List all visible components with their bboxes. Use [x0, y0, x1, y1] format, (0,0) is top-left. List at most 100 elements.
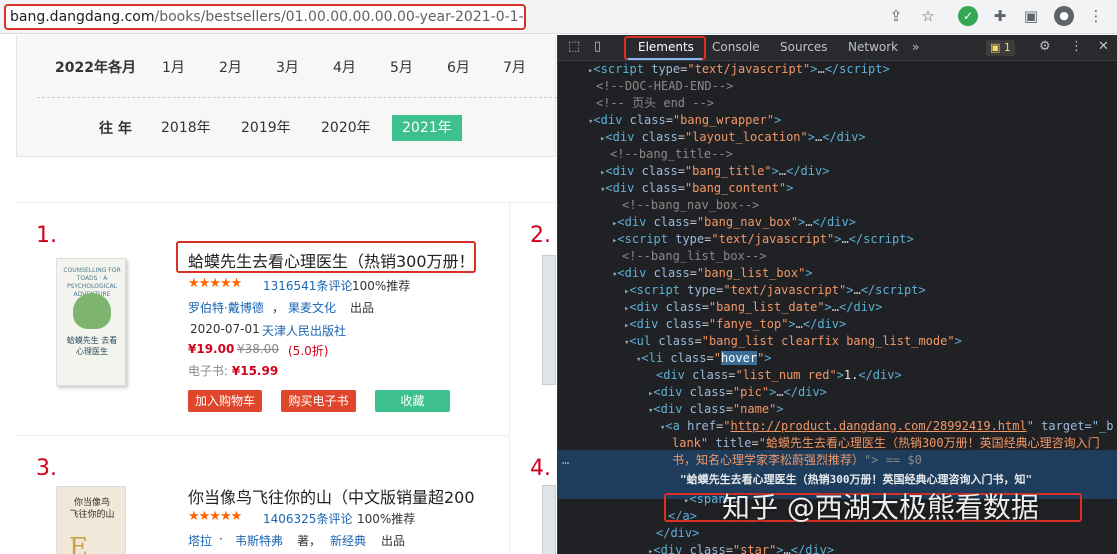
inspect-element-icon[interactable]: ⬚ [568, 39, 580, 54]
issues-badge[interactable]: ▣ 1 [986, 40, 1015, 56]
ebook-label: 电子书: [188, 364, 229, 378]
author-link[interactable]: 韦斯特弗 [235, 532, 283, 549]
side-panel-icon[interactable]: ▣ [1021, 6, 1041, 26]
dangdang-page: 2022年各月 1月 2月 3月 4月 5月 6月 7月 往 年 2018年 2… [0, 35, 557, 554]
dom-node[interactable]: ▾<li class="hover"> [558, 350, 1117, 367]
year-link-2018[interactable]: 2018年 [151, 115, 221, 141]
rating-stars: ★★★★★ [188, 276, 242, 291]
dom-comment[interactable]: <!--DOC-HEAD-END--> [558, 78, 1117, 95]
dom-comment[interactable]: <!--bang_title--> [558, 146, 1117, 163]
favorite-button[interactable]: 收藏 [375, 390, 450, 412]
dom-node[interactable]: ▸<div class="bang_title">…</div> [558, 163, 1117, 180]
dom-node[interactable]: ▸<div class="pic">…</div> [558, 384, 1117, 401]
add-to-cart-button[interactable]: 加入购物车 [188, 390, 262, 412]
extension-check-icon[interactable]: ✓ [958, 6, 978, 26]
recommend-rate: 100%推荐 [357, 512, 416, 526]
cover-chinese-title: 你当像鸟 飞往你的山 [69, 498, 115, 520]
dom-node[interactable]: ▸<script type="text/javascript">…</scrip… [558, 61, 1117, 78]
publisher-suffix: 出品 [381, 534, 406, 548]
author-link[interactable]: 塔拉 [188, 532, 212, 549]
dom-node[interactable]: ▾<ul class="bang_list clearfix bang_list… [558, 333, 1117, 350]
press-link[interactable]: 天津人民出版社 [262, 322, 346, 339]
frog-illustration-icon [73, 293, 111, 329]
publisher-brand-link[interactable]: 新经典 [330, 532, 366, 549]
more-options-icon[interactable]: ⋮ [1070, 39, 1083, 54]
month-link[interactable]: 1月 [162, 57, 185, 77]
address-bar[interactable]: bang.dangdang.com/books/bestsellers/01.0… [4, 4, 526, 30]
watermark-text: 知乎 @西湖太极熊看数据 [722, 491, 1039, 524]
tab-sources[interactable]: Sources [780, 40, 827, 54]
author-suffix: 著， [297, 534, 322, 548]
url-path: /books/bestsellers/01.00.00.00.00.00-yea… [154, 9, 526, 25]
review-count-link[interactable]: 1316541条评论 [263, 277, 352, 294]
cover-chinese-title: 蛤蟆先生 去看心理医生 [66, 336, 118, 356]
month-link[interactable]: 3月 [276, 57, 299, 77]
bookmark-star-icon[interactable]: ☆ [918, 6, 938, 26]
dom-comment[interactable]: <!--bang_list_box--> [558, 248, 1117, 265]
more-tabs-chevron-icon[interactable]: » [912, 40, 919, 54]
year-link-2020[interactable]: 2020年 [311, 115, 381, 141]
settings-gear-icon[interactable]: ⚙ [1039, 39, 1051, 54]
devtools-tab-bar: ⬚ ▯ Elements Console Sources Network » ▣… [558, 35, 1117, 61]
month-link[interactable]: 4月 [333, 57, 356, 77]
book-cover-image[interactable]: COUNSELLING FOR TOADS · A PSYCHOLOGICAL … [56, 258, 126, 386]
dom-comment[interactable]: <!-- 页头 end --> [558, 95, 1117, 112]
dom-node[interactable]: ▾<div class="bang_content"> [558, 180, 1117, 197]
publisher-brand-link[interactable]: 果麦文化 [288, 299, 336, 316]
current-price: ¥19.00 [188, 342, 235, 356]
extensions-puzzle-icon[interactable]: ✚ [990, 6, 1010, 26]
dom-node[interactable]: <div class="list_num red">1.</div> [558, 367, 1117, 384]
author-link[interactable]: 罗伯特·戴博德 [188, 299, 264, 316]
buy-ebook-button[interactable]: 购买电子书 [281, 390, 356, 412]
browser-toolbar: bang.dangdang.com/books/bestsellers/01.0… [0, 0, 1117, 34]
dom-node-selected[interactable]: ▾<a href="http://product.dangdang.com/28… [558, 418, 1117, 435]
dom-node[interactable]: ▾<div class="bang_wrapper"> [558, 112, 1117, 129]
dom-close-tag[interactable]: </div> [558, 525, 1117, 542]
column-divider [509, 203, 510, 554]
year-row-label: 往 年 [99, 121, 132, 137]
device-toolbar-icon[interactable]: ▯ [594, 39, 601, 54]
close-icon[interactable]: ✕ [1098, 39, 1109, 54]
month-link[interactable]: 5月 [390, 57, 413, 77]
issues-count: 1 [1003, 41, 1011, 54]
rank-number: 2. [530, 223, 551, 248]
book-title-link[interactable]: 你当像鸟飞往你的山（中文版销量超200 [188, 484, 475, 508]
profile-avatar-icon[interactable]: ● [1054, 6, 1074, 26]
book-title-link[interactable]: 蛤蟆先生去看心理医生（热销300万册！ [188, 248, 475, 272]
book-cover-image[interactable]: 你当像鸟 飞往你的山 E [56, 486, 126, 554]
month-link[interactable]: 6月 [447, 57, 470, 77]
share-icon[interactable]: ⇪ [886, 6, 906, 26]
cover-letter-mark: E [69, 533, 88, 554]
url-host: bang.dangdang.com [10, 9, 155, 25]
dom-node[interactable]: ▾<div class="bang_list_box"> [558, 265, 1117, 282]
month-link[interactable]: 2月 [219, 57, 242, 77]
dom-node[interactable]: ▾<div class="name"> [558, 401, 1117, 418]
dom-node-selected[interactable]: 书，知名心理学家李松蔚强烈推荐）"> == $0 [558, 452, 1117, 469]
publish-date: 2020-07-01 [190, 322, 260, 336]
review-count-link[interactable]: 1406325条评论 [263, 510, 352, 527]
original-price: ¥38.00 [237, 342, 279, 356]
dom-comment[interactable]: <!--bang_nav_box--> [558, 197, 1117, 214]
year-link-2021-active[interactable]: 2021年 [392, 115, 462, 141]
tab-console[interactable]: Console [712, 40, 760, 54]
dom-node[interactable]: ▸<div class="layout_location">…</div> [558, 129, 1117, 146]
book-cover-image[interactable] [542, 485, 556, 554]
recommend-rate: 100%推荐 [352, 279, 411, 293]
dom-node[interactable]: ▸<script type="text/javascript">…</scrip… [558, 282, 1117, 299]
ebook-price: ¥15.99 [231, 364, 279, 378]
dom-node[interactable]: ▸<div class="bang_nav_box">…</div> [558, 214, 1117, 231]
dom-node[interactable]: ▸<div class="star">…</div> [558, 542, 1117, 554]
book-cover-image[interactable] [542, 255, 556, 385]
dom-node[interactable]: ▸<div class="fanye_top">…</div> [558, 316, 1117, 333]
dom-node-selected[interactable]: lank" title="蛤蟆先生去看心理医生（热销300万册！英国经典心理咨询… [558, 435, 1117, 452]
dom-node[interactable]: ▸<div class="bang_list_date">…</div> [558, 299, 1117, 316]
tab-network[interactable]: Network [848, 40, 898, 54]
separator-comma: ， [272, 301, 285, 315]
browser-menu-icon[interactable]: ⋮ [1086, 6, 1106, 26]
dom-node[interactable]: ▸<script type="text/javascript">…</scrip… [558, 231, 1117, 248]
divider [37, 97, 557, 98]
year-link-2019[interactable]: 2019年 [231, 115, 301, 141]
tab-elements[interactable]: Elements [638, 40, 694, 54]
month-link[interactable]: 7月 [503, 57, 526, 77]
divider [16, 435, 509, 436]
